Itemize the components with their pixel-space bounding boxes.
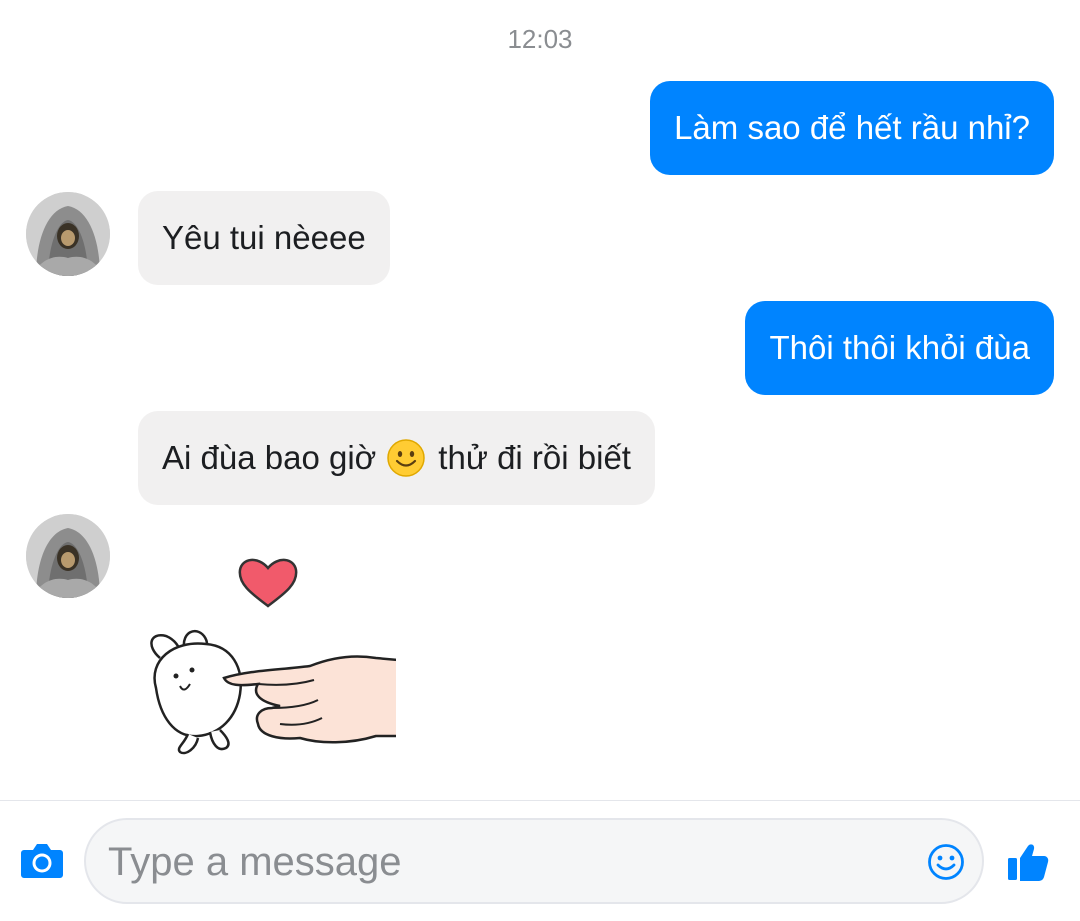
timestamp: 12:03: [507, 24, 573, 54]
outgoing-message-bubble[interactable]: Làm sao để hết rầu nhỉ?: [650, 81, 1054, 175]
message-text: Thôi thôi khỏi đùa: [769, 329, 1030, 366]
message-text-after-emoji: thử đi rồi biết: [438, 439, 631, 476]
incoming-message-bubble[interactable]: Yêu tui nèeee: [138, 191, 390, 285]
incoming-message-bubble[interactable]: Ai đùa bao giờ thử đi rồi biết: [138, 411, 655, 505]
avatar[interactable]: [26, 192, 110, 276]
sticker-bunny-finger-heart[interactable]: [140, 548, 402, 762]
thumbs-up-icon[interactable]: [1006, 840, 1050, 884]
message-text-before-emoji: Ai đùa bao giờ: [162, 439, 377, 476]
message-text: Yêu tui nèeee: [162, 219, 366, 256]
message-input-container[interactable]: [84, 818, 984, 904]
camera-icon[interactable]: [20, 840, 64, 880]
message-input[interactable]: [106, 830, 910, 894]
outgoing-message-bubble[interactable]: Thôi thôi khỏi đùa: [745, 301, 1054, 395]
smiley-icon[interactable]: [926, 842, 966, 882]
avatar[interactable]: [26, 514, 110, 598]
composer-divider: [0, 800, 1080, 801]
message-text: Làm sao để hết rầu nhỉ?: [674, 109, 1030, 146]
smiling-face-emoji-icon: [386, 438, 426, 478]
